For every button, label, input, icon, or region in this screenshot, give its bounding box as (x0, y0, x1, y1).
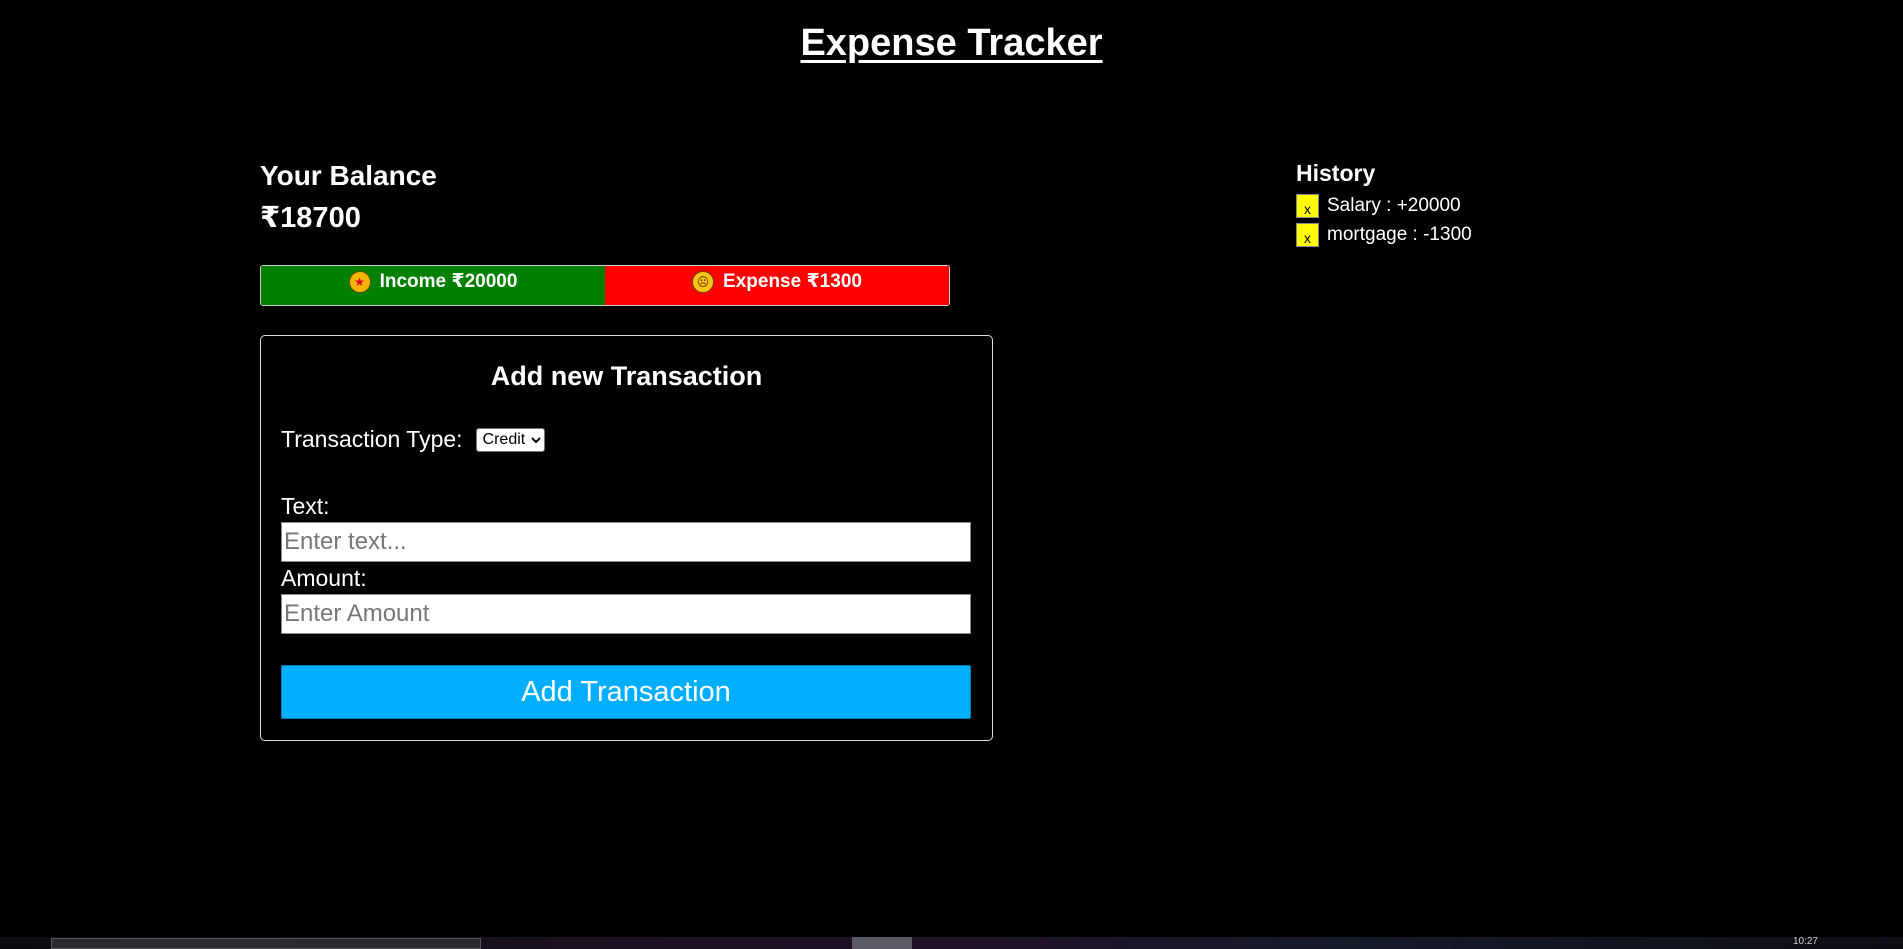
delete-transaction-button[interactable]: x (1296, 222, 1319, 247)
taskbar-clock[interactable]: 10:27 (1793, 937, 1818, 947)
history-panel: History x Salary : +20000 x mortgage : -… (1296, 160, 1472, 249)
add-transaction-form: Add new Transaction Transaction Type: Cr… (260, 335, 993, 741)
history-item: x Salary : +20000 (1296, 191, 1472, 220)
balance-value: ₹18700 (260, 202, 361, 234)
sad-face-emoji-icon: ☹ (692, 271, 715, 293)
taskbar-active-app[interactable] (852, 937, 912, 949)
transaction-type-select[interactable]: Credit (475, 427, 545, 452)
taskbar: 10:27 (0, 937, 1903, 949)
form-title: Add new Transaction (490, 361, 763, 391)
page-title: Expense Tracker (800, 22, 1103, 64)
add-transaction-button[interactable]: Add Transaction (281, 665, 971, 719)
amount-label: Amount: (281, 565, 367, 591)
expense-summary: ☹ Expense ₹1300 (605, 266, 949, 305)
star-struck-emoji-icon: ★ (348, 271, 371, 293)
text-input[interactable] (281, 522, 971, 562)
history-title: History (1296, 160, 1376, 186)
transaction-type-label: Transaction Type: (281, 426, 463, 452)
history-item: x mortgage : -1300 (1296, 220, 1472, 249)
income-label: Income ₹20000 (379, 271, 518, 292)
history-item-text: mortgage : -1300 (1327, 223, 1472, 245)
income-expense-summary: ★ Income ₹20000 ☹ Expense ₹1300 (260, 265, 950, 306)
income-summary: ★ Income ₹20000 (261, 266, 605, 305)
transaction-type-row: Transaction Type: Credit (281, 426, 545, 453)
text-label: Text: (281, 493, 330, 519)
balance-label: Your Balance (260, 160, 437, 191)
delete-transaction-button[interactable]: x (1296, 193, 1319, 218)
amount-input[interactable] (281, 594, 971, 634)
taskbar-search-box[interactable] (51, 938, 481, 949)
expense-label: Expense ₹1300 (723, 271, 862, 292)
history-item-text: Salary : +20000 (1327, 194, 1461, 216)
